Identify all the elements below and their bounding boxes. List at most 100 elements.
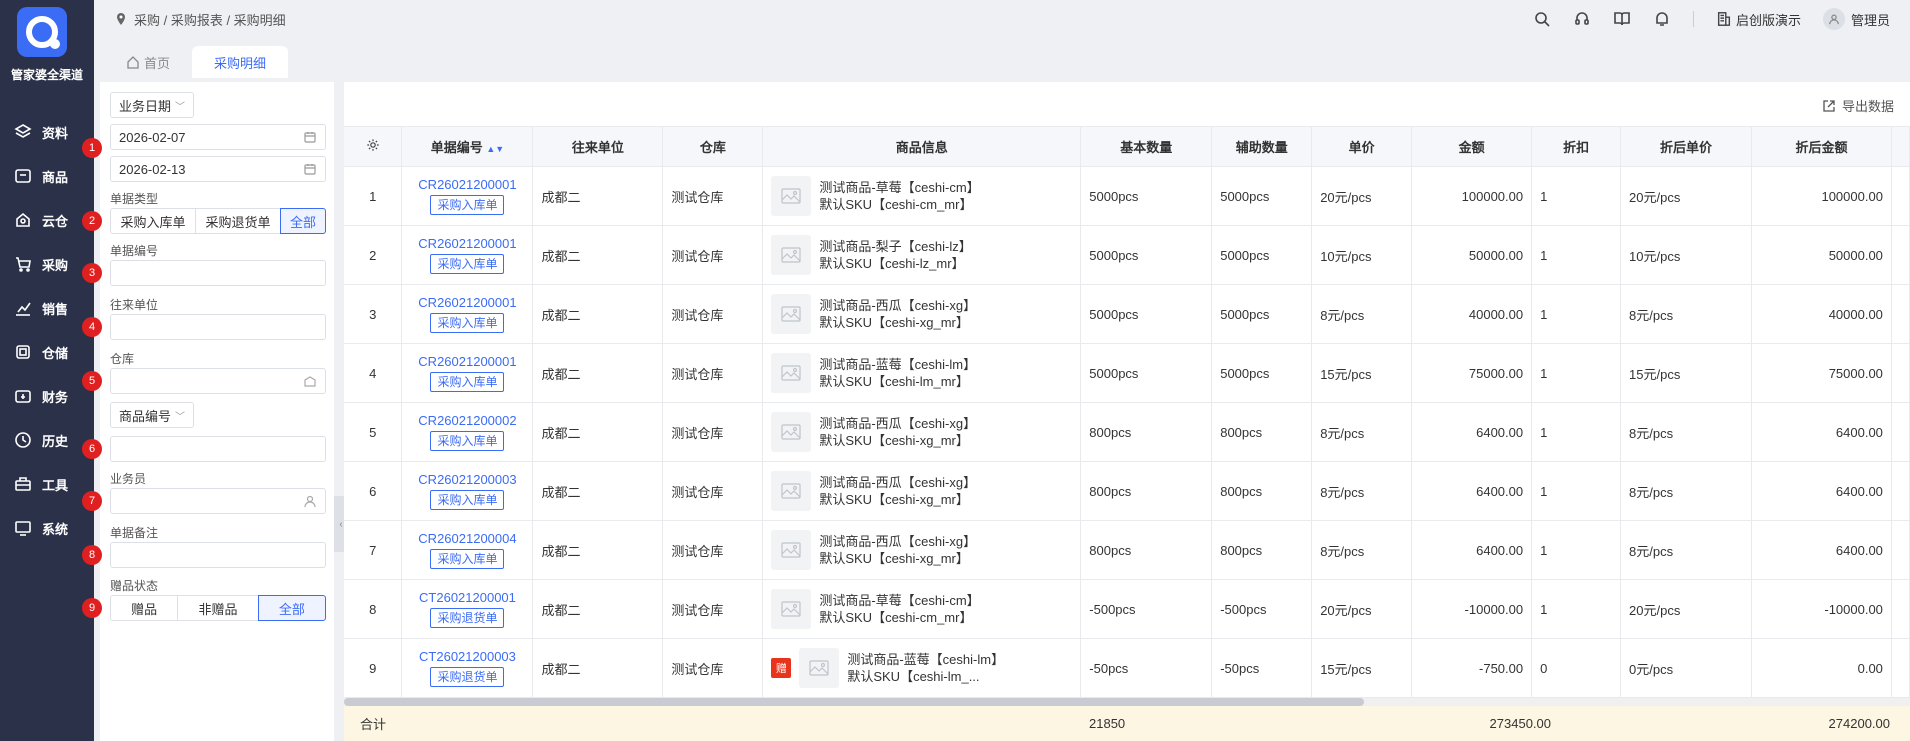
disc-price-cell: 8元/pcs: [1620, 402, 1752, 462]
doc-type-option-in[interactable]: 采购入库单: [110, 208, 196, 234]
staff-label: 业务员: [110, 472, 147, 486]
product-name: 测试商品-草莓【ceshi-cm】: [819, 180, 980, 195]
table-row[interactable]: 4 CR26021200001 采购入库单 成都二 测试仓库 测试商品-蓝莓【ceshi-…: [344, 343, 1910, 403]
nav-item-caigou[interactable]: 采购: [0, 242, 94, 286]
app-logo[interactable]: [17, 7, 67, 57]
warehouse-cell: 测试仓库: [662, 166, 764, 226]
totals-disc-amount: 274200.00: [1828, 716, 1890, 731]
qty-cell: -50pcs: [1080, 638, 1213, 698]
date-end-input[interactable]: 2026-02-13: [110, 156, 326, 182]
step-badge: 4: [82, 317, 102, 337]
disc-price-cell: 0元/pcs: [1620, 638, 1752, 698]
nav-item-xitong[interactable]: 系统: [0, 506, 94, 550]
remark-input[interactable]: [110, 542, 326, 568]
doc-no-link[interactable]: CT26021200001: [410, 590, 524, 606]
nav-item-shangpin[interactable]: 商品: [0, 154, 94, 198]
aux-qty-cell: 5000pcs: [1211, 166, 1313, 226]
product-name: 测试商品-蓝莓【ceshi-lm】: [819, 357, 977, 372]
doc-type-option-all[interactable]: 全部: [280, 208, 326, 234]
bell-icon[interactable]: [1653, 10, 1671, 28]
product-thumbnail[interactable]: [771, 589, 812, 629]
product-name: 测试商品-西瓜【ceshi-xg】: [819, 534, 977, 549]
book-icon[interactable]: [1613, 10, 1631, 28]
staff-input[interactable]: [110, 488, 326, 514]
tab-purchase-detail[interactable]: 采购明细: [192, 46, 289, 78]
doc-no-link[interactable]: CR26021200001: [410, 354, 524, 370]
gift-option-gift[interactable]: 赠品: [110, 595, 179, 621]
price-cell: 15元/pcs: [1311, 638, 1413, 698]
nav-item-xiaoshou[interactable]: 销售: [0, 286, 94, 330]
doc-type-segment: 采购入库单 采购退货单 全部: [110, 208, 326, 234]
nav-item-ziliao[interactable]: 资料: [0, 110, 94, 154]
user-picker-icon[interactable]: [303, 494, 317, 508]
product-thumbnail[interactable]: [771, 294, 812, 334]
warehouse-picker-icon[interactable]: [303, 374, 317, 388]
warehouse-input[interactable]: [110, 368, 326, 394]
warehouse-cell: 测试仓库: [662, 520, 764, 580]
product-thumbnail[interactable]: [799, 648, 840, 688]
column-header-doc-no[interactable]: 单据编号 ▲▼: [401, 126, 534, 167]
doc-no-link[interactable]: CR26021200001: [410, 177, 524, 193]
doc-no-link[interactable]: CT26021200003: [410, 649, 524, 665]
table-row[interactable]: 1 CR26021200001 采购入库单 成都二 测试仓库 测试商品-草莓【ceshi-…: [344, 166, 1910, 226]
tab-home[interactable]: 首页: [104, 46, 192, 78]
horizontal-scrollbar-thumb[interactable]: [344, 698, 1364, 706]
sort-icon[interactable]: ▲▼: [486, 144, 504, 154]
table-row[interactable]: 7 CR26021200004 采购入库单 成都二 测试仓库 测试商品-西瓜【ceshi-…: [344, 520, 1910, 580]
nav-item-gongju[interactable]: 工具: [0, 462, 94, 506]
amount-cell: 6400.00: [1411, 402, 1533, 462]
nav-item-lishi[interactable]: 历史: [0, 418, 94, 462]
product-sku: 默认SKU【ceshi-xg_mr】: [819, 551, 969, 566]
doc-no-link[interactable]: CR26021200001: [410, 236, 524, 252]
product-key-select[interactable]: 商品编号 ﹀: [110, 402, 195, 428]
product-thumbnail[interactable]: [771, 412, 812, 452]
doc-type-tag: 采购入库单: [430, 490, 505, 510]
table-row[interactable]: 9 CT26021200003 采购退货单 成都二 测试仓库赠 测试商品-蓝莓【ceshi…: [344, 638, 1910, 698]
doc-type-option-return[interactable]: 采购退货单: [195, 208, 281, 234]
support-headset-icon[interactable]: [1573, 10, 1591, 28]
doc-no-link[interactable]: CR26021200002: [410, 413, 524, 429]
search-icon[interactable]: [1533, 10, 1551, 28]
doc-no-input[interactable]: [110, 260, 326, 286]
date-start-input[interactable]: 2026-02-07: [110, 124, 326, 150]
remark-label: 单据备注: [110, 526, 159, 540]
divider: [1692, 11, 1694, 27]
amount-cell: 6400.00: [1411, 461, 1533, 521]
table-row[interactable]: 2 CR26021200001 采购入库单 成都二 测试仓库 测试商品-梨子【ceshi-…: [344, 225, 1910, 285]
gift-option-nongift[interactable]: 非赠品: [177, 595, 259, 621]
partner-input[interactable]: [110, 314, 326, 340]
product-thumbnail[interactable]: [771, 176, 812, 216]
product-thumbnail[interactable]: [771, 235, 812, 275]
doc-no-link[interactable]: CR26021200001: [410, 295, 524, 311]
table-row[interactable]: 5 CR26021200002 采购入库单 成都二 测试仓库 测试商品-西瓜【ceshi-…: [344, 402, 1910, 462]
doc-cell: CR26021200001 采购入库单: [401, 225, 534, 285]
user-menu[interactable]: 管理员: [1822, 8, 1890, 30]
product-name: 测试商品-草莓【ceshi-cm】: [819, 593, 980, 608]
doc-type-tag: 采购入库单: [430, 549, 505, 569]
nav-item-cangchu[interactable]: 仓储: [0, 330, 94, 374]
table-row[interactable]: 6 CR26021200003 采购入库单 成都二 测试仓库 测试商品-西瓜【ceshi-…: [344, 461, 1910, 521]
column-settings[interactable]: [344, 126, 403, 167]
product-thumbnail[interactable]: [771, 353, 812, 393]
date-type-select[interactable]: 业务日期 ﹀: [110, 92, 195, 118]
table-row[interactable]: 8 CT26021200001 采购退货单 成都二 测试仓库 测试商品-草莓【ceshi-…: [344, 579, 1910, 639]
product-thumbnail[interactable]: [771, 530, 812, 570]
product-thumbnail[interactable]: [771, 471, 812, 511]
table-row[interactable]: 3 CR26021200001 采购入库单 成都二 测试仓库 测试商品-西瓜【ceshi-…: [344, 284, 1910, 344]
store-switcher[interactable]: 启创版演示: [1716, 10, 1801, 29]
row-index: 3: [344, 284, 403, 344]
product-input[interactable]: [110, 436, 326, 462]
image-placeholder-icon: [781, 365, 801, 381]
product-cell: 测试商品-西瓜【ceshi-xg】 默认SKU【ceshi-xg_mr】: [762, 520, 1082, 580]
gift-option-all[interactable]: 全部: [257, 595, 326, 621]
partner-cell: 成都二: [532, 461, 664, 521]
doc-no-link[interactable]: CR26021200003: [410, 472, 524, 488]
nav-item-yuncang[interactable]: 云仓: [0, 198, 94, 242]
export-button[interactable]: 导出数据: [1822, 96, 1894, 115]
disc-price-cell: 20元/pcs: [1620, 579, 1752, 639]
price-cell: 8元/pcs: [1311, 520, 1413, 580]
disc-price-cell: 15元/pcs: [1620, 343, 1752, 403]
doc-no-link[interactable]: CR26021200004: [410, 531, 524, 547]
totals-qty: 21850: [1089, 716, 1126, 731]
nav-item-caiwu[interactable]: 财务: [0, 374, 94, 418]
